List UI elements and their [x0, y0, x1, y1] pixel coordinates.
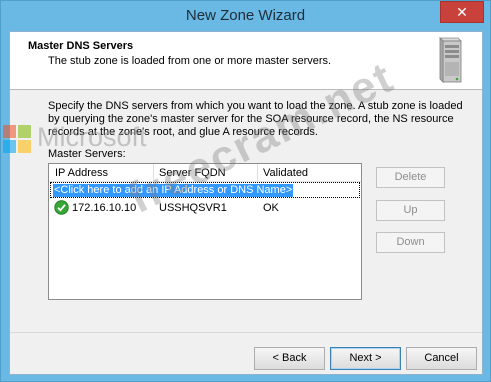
delete-button[interactable]: Delete: [376, 167, 445, 188]
column-divider: [257, 164, 258, 181]
cancel-button[interactable]: Cancel: [406, 347, 477, 370]
wizard-body: Master DNS Servers The stub zone is load…: [9, 31, 483, 375]
column-validated[interactable]: Validated: [263, 167, 308, 179]
microsoft-logo-icon: [3, 125, 31, 153]
server-fqdn: USSHQSVR1: [159, 202, 227, 214]
server-validated: OK: [263, 202, 279, 214]
close-button[interactable]: ✕: [440, 1, 484, 23]
up-button[interactable]: Up: [376, 200, 445, 221]
microsoft-wordmark: Microsoft: [37, 122, 147, 152]
next-button[interactable]: Next >: [330, 347, 401, 370]
column-server-fqdn[interactable]: Server FQDN: [159, 167, 226, 179]
microsoft-watermark: Microsoft: [3, 121, 173, 157]
page-title: Master DNS Servers: [28, 40, 134, 52]
check-icon: [54, 200, 69, 215]
master-servers-list[interactable]: IP Address Server FQDN Validated <Click …: [48, 163, 362, 300]
server-icon: [439, 37, 462, 83]
add-server-prompt[interactable]: <Click here to add an IP Address or DNS …: [53, 184, 294, 197]
add-server-row[interactable]: <Click here to add an IP Address or DNS …: [50, 182, 360, 198]
page-subtitle: The stub zone is loaded from one or more…: [48, 55, 332, 67]
list-header: IP Address Server FQDN Validated: [49, 164, 361, 182]
back-button[interactable]: < Back: [254, 347, 325, 370]
table-row[interactable]: 172.16.10.10 USSHQSVR1 OK: [49, 200, 361, 217]
footer-divider: [10, 332, 482, 333]
wizard-window: New Zone Wizard ✕ Master DNS Servers The…: [0, 0, 491, 382]
column-divider: [153, 164, 154, 181]
down-button[interactable]: Down: [376, 232, 445, 253]
window-title: New Zone Wizard: [185, 7, 306, 24]
wizard-header: Master DNS Servers The stub zone is load…: [10, 32, 482, 90]
title-bar: New Zone Wizard ✕: [1, 1, 490, 31]
server-ip: 172.16.10.10: [72, 202, 137, 214]
column-ip-address[interactable]: IP Address: [55, 167, 108, 179]
